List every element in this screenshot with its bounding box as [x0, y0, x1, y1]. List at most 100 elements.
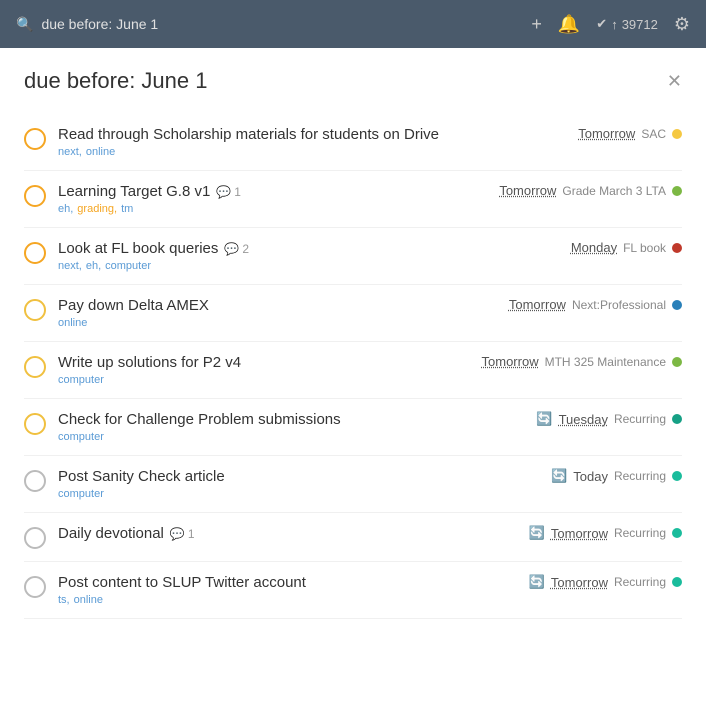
task-tag[interactable]: eh,: [86, 260, 101, 272]
task-title-row: Look at FL book queries💬 2: [58, 240, 547, 257]
settings-icon[interactable]: ⚙: [674, 14, 690, 35]
task-checkbox[interactable]: [24, 128, 46, 150]
task-tag[interactable]: online: [74, 594, 103, 606]
task-item: Learning Target G.8 v1 💬 1 eh, grading, tm To…: [24, 171, 682, 228]
task-body: Daily devotional💬 1: [58, 525, 505, 542]
task-item: Daily devotional💬 1 🔄TomorrowRecurring: [24, 513, 682, 562]
task-title-row: Daily devotional💬 1: [58, 525, 505, 542]
task-meta: TomorrowMTH 325 Maintenance: [470, 354, 682, 369]
task-meta: 🔄TomorrowRecurring: [517, 525, 682, 541]
task-meta: TomorrowGrade March 3 LTA: [487, 183, 682, 198]
task-due-date[interactable]: Tomorrow: [482, 354, 539, 369]
task-tag[interactable]: online: [86, 146, 115, 158]
task-due-date[interactable]: Tomorrow: [578, 126, 635, 141]
task-tag[interactable]: next,: [58, 146, 82, 158]
task-comment-count[interactable]: 💬 1: [170, 527, 195, 541]
score-value: 39712: [622, 17, 658, 32]
task-tag[interactable]: eh,: [58, 203, 73, 215]
task-color-dot: [672, 471, 682, 481]
task-tags: computer: [58, 431, 512, 443]
page-header: due before: June 1 ✕: [24, 68, 682, 94]
task-checkbox[interactable]: [24, 576, 46, 598]
search-query: due before: June 1: [41, 16, 158, 32]
close-button[interactable]: ✕: [667, 71, 682, 92]
task-tag[interactable]: ts,: [58, 594, 70, 606]
search-icon: 🔍: [16, 16, 33, 33]
task-due-date[interactable]: Tuesday: [559, 412, 608, 427]
recurring-icon: 🔄: [536, 411, 552, 427]
task-due-date[interactable]: Tomorrow: [509, 297, 566, 312]
task-checkbox[interactable]: [24, 185, 46, 207]
task-body: Read through Scholarship materials for s…: [58, 126, 554, 158]
task-checkbox[interactable]: [24, 242, 46, 264]
task-name: Write up solutions for P2 v4: [58, 354, 241, 371]
task-tag[interactable]: computer: [58, 431, 104, 443]
task-color-dot: [672, 577, 682, 587]
task-tag[interactable]: online: [58, 317, 87, 329]
task-color-dot: [672, 129, 682, 139]
task-due-date[interactable]: Tomorrow: [551, 575, 608, 590]
task-name: Check for Challenge Problem submissions: [58, 411, 341, 428]
task-due-date[interactable]: Today: [573, 469, 608, 484]
recurring-icon: 🔄: [529, 574, 545, 590]
task-tags: ts, online: [58, 594, 505, 606]
task-body: Look at FL book queries💬 2 next, eh, comput…: [58, 240, 547, 272]
task-tags: next, online: [58, 146, 554, 158]
header-search[interactable]: 🔍 due before: June 1: [16, 16, 519, 33]
task-title-row: Write up solutions for P2 v4: [58, 354, 458, 371]
task-tags: computer: [58, 488, 527, 500]
task-checkbox[interactable]: [24, 470, 46, 492]
recurring-icon: 🔄: [551, 468, 567, 484]
task-project: Next:Professional: [572, 298, 666, 312]
task-comment-count[interactable]: 💬 2: [224, 242, 249, 256]
task-tags: eh, grading, tm: [58, 203, 475, 215]
task-title-row: Post content to SLUP Twitter account: [58, 574, 505, 591]
score-arrow: ↑: [611, 17, 618, 32]
task-checkbox[interactable]: [24, 527, 46, 549]
task-tags: online: [58, 317, 485, 329]
notifications-icon: 🔔: [558, 14, 580, 35]
task-tag[interactable]: computer: [58, 488, 104, 500]
task-tag[interactable]: computer: [105, 260, 151, 272]
task-item: Post Sanity Check articlecomputer🔄TodayR…: [24, 456, 682, 513]
task-due-date[interactable]: Tomorrow: [551, 526, 608, 541]
task-meta: 🔄TuesdayRecurring: [524, 411, 682, 427]
task-name: Post Sanity Check article: [58, 468, 225, 485]
task-body: Post Sanity Check article computer: [58, 468, 527, 500]
task-title-row: Check for Challenge Problem submissions: [58, 411, 512, 428]
task-color-dot: [672, 528, 682, 538]
task-tags: computer: [58, 374, 458, 386]
task-due-date[interactable]: Tomorrow: [499, 183, 556, 198]
task-body: Learning Target G.8 v1 💬 1 eh, grading, tm: [58, 183, 475, 215]
task-name: Learning Target G.8 v1: [58, 183, 210, 200]
score-check-icon: ✔: [596, 16, 607, 32]
task-item: Post content to SLUP Twitter account ts, o…: [24, 562, 682, 619]
task-color-dot: [672, 300, 682, 310]
task-item: Read through Scholarship materials for s…: [24, 114, 682, 171]
task-due-date[interactable]: Monday: [571, 240, 617, 255]
comment-icon: 💬: [170, 527, 185, 541]
task-checkbox[interactable]: [24, 356, 46, 378]
task-list: Read through Scholarship materials for s…: [24, 114, 682, 619]
task-tag[interactable]: tm: [121, 203, 133, 215]
add-button[interactable]: +: [531, 14, 542, 35]
task-checkbox[interactable]: [24, 413, 46, 435]
header: 🔍 due before: June 1 + 🔔 ✔ ↑ 39712 ⚙: [0, 0, 706, 48]
task-tag[interactable]: grading,: [77, 203, 117, 215]
task-color-dot: [672, 243, 682, 253]
task-body: Post content to SLUP Twitter account ts, o…: [58, 574, 505, 606]
task-body: Write up solutions for P2 v4 computer: [58, 354, 458, 386]
task-body: Pay down Delta AMEX online: [58, 297, 485, 329]
task-title-row: Pay down Delta AMEX: [58, 297, 485, 314]
task-name: Read through Scholarship materials for s…: [58, 126, 439, 143]
task-tag[interactable]: next,: [58, 260, 82, 272]
task-comment-count[interactable]: 💬 1: [216, 185, 241, 199]
task-meta: 🔄TodayRecurring: [539, 468, 682, 484]
task-meta: MondayFL book: [559, 240, 682, 255]
task-tag[interactable]: computer: [58, 374, 104, 386]
task-title-row: Learning Target G.8 v1 💬 1: [58, 183, 475, 200]
comment-icon: 💬: [216, 185, 231, 199]
task-checkbox[interactable]: [24, 299, 46, 321]
task-color-dot: [672, 186, 682, 196]
task-color-dot: [672, 357, 682, 367]
